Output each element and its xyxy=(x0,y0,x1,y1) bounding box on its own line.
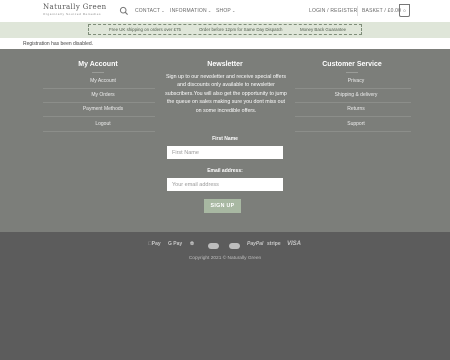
nav-basket-label: BASKET / £0.00 xyxy=(362,8,402,14)
link-divider xyxy=(295,131,411,132)
promo-bar: Free UK shipping on orders over £75 Orde… xyxy=(0,22,450,38)
nav-shop[interactable]: SHOP⌄ xyxy=(216,8,236,14)
visa-icon: VISA xyxy=(287,241,302,247)
link-divider xyxy=(295,102,411,103)
nav-information[interactable]: INFORMATION⌄ xyxy=(170,8,211,14)
chevron-down-icon: ⌄ xyxy=(161,8,165,13)
footer-link-my-account[interactable]: My Account xyxy=(40,78,166,84)
apple-pay-label: Pay xyxy=(148,241,161,247)
nav-login-label: LOGIN / REGISTER xyxy=(309,8,358,14)
title-divider xyxy=(346,72,358,73)
link-divider xyxy=(43,131,155,132)
footer-link-privacy[interactable]: Privacy xyxy=(294,78,418,84)
paypal-icon: PayPal xyxy=(247,241,264,247)
my-account-title: My Account xyxy=(78,61,118,68)
cart-count: 0 xyxy=(403,8,406,13)
newsletter-description: Sign up to our newsletter and receive sp… xyxy=(165,74,287,114)
chevron-down-icon: ⌄ xyxy=(231,8,236,13)
email-label: Email address: xyxy=(207,168,243,174)
absolute-footer xyxy=(0,232,450,360)
link-divider xyxy=(43,116,155,117)
promo-free-shipping[interactable]: Free UK shipping on orders over £75 xyxy=(109,27,181,32)
chevron-down-icon: ⌄ xyxy=(207,8,212,13)
apple-pay-icon: Pay xyxy=(148,241,161,247)
link-divider xyxy=(43,102,155,103)
site-header: Naturally Green Organically Sourced Reme… xyxy=(0,0,450,22)
nav-contact[interactable]: CONTACT⌄ xyxy=(135,8,165,14)
sign-up-button[interactable]: SIGN UP xyxy=(204,199,241,213)
nav-login-register[interactable]: LOGIN / REGISTER xyxy=(309,8,358,14)
logo-tagline: Organically Sourced Remedies xyxy=(43,12,102,16)
nav-shop-label: SHOP xyxy=(216,8,231,14)
google-pay-icon: G Pay xyxy=(168,241,183,247)
site-logo[interactable]: Naturally Green Organically Sourced Reme… xyxy=(43,3,107,20)
link-divider xyxy=(43,88,155,89)
footer-link-payment-methods[interactable]: Payment Methods xyxy=(40,106,166,112)
mastercard-icon xyxy=(229,243,240,249)
link-divider xyxy=(295,88,411,89)
promo-money-back[interactable]: Money Back Guarantee xyxy=(300,27,346,32)
copyright-text: Copyright 2021 © Naturally Green xyxy=(188,256,262,261)
title-divider xyxy=(92,72,104,73)
footer-link-returns[interactable]: Returns xyxy=(294,106,418,112)
email-input[interactable] xyxy=(167,178,283,191)
footer-link-logout[interactable]: Logout xyxy=(40,121,166,127)
first-name-label: First Name xyxy=(212,136,238,142)
customer-service-title: Customer Service xyxy=(322,61,382,68)
maestro-icon xyxy=(208,243,219,249)
registration-notice: Registration has been disabled. xyxy=(23,41,94,47)
nav-contact-label: CONTACT xyxy=(135,8,161,14)
newsletter-title: Newsletter xyxy=(207,61,243,68)
footer-link-shipping-delivery[interactable]: Shipping & delivery xyxy=(294,92,418,98)
nav-divider xyxy=(357,6,358,16)
footer-link-my-orders[interactable]: My Orders xyxy=(40,92,166,98)
stripe-icon: stripe xyxy=(267,241,281,247)
link-divider xyxy=(295,116,411,117)
logo-main-text: Naturally Green xyxy=(43,3,107,11)
footer-link-support[interactable]: Support xyxy=(294,121,418,127)
nav-information-label: INFORMATION xyxy=(170,8,207,14)
first-name-input[interactable] xyxy=(167,146,283,159)
notice-bar: Registration has been disabled. xyxy=(0,38,450,49)
contactless-icon: ⦾ xyxy=(190,241,195,247)
search-icon[interactable] xyxy=(119,6,129,16)
nav-basket[interactable]: BASKET / £0.00 xyxy=(362,8,401,14)
cart-icon[interactable]: 0 xyxy=(399,4,410,17)
promo-same-day-dispatch[interactable]: Order before 12pm for Same Day Dispatch xyxy=(199,27,282,32)
